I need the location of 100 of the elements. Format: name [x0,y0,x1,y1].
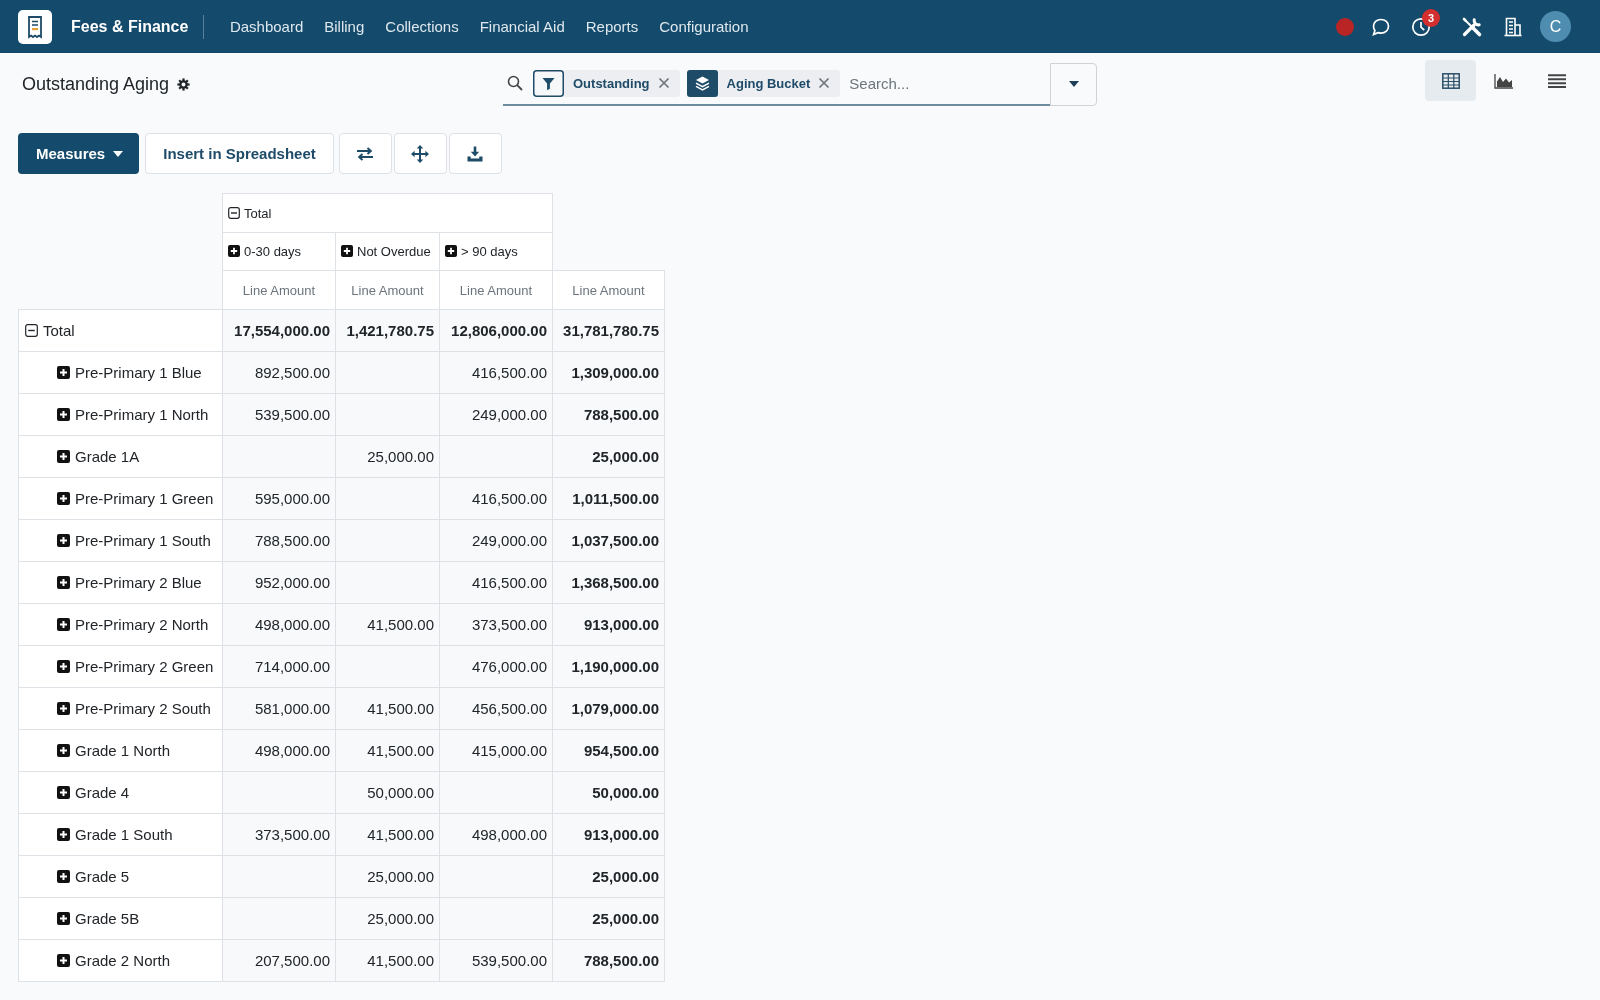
layers-icon [686,69,718,97]
table-cell: 1,309,000.00 [552,351,665,394]
row-header[interactable]: Pre-Primary 1 North [18,393,223,436]
row-header[interactable]: Total [18,309,223,352]
row-header[interactable]: Pre-Primary 1 Blue [18,351,223,394]
column-header[interactable]: Not Overdue [335,232,440,271]
insert-spreadsheet-button[interactable]: Insert in Spreadsheet [145,133,334,174]
table-cell: 373,500.00 [222,813,336,856]
chat-bubble-icon[interactable] [1371,16,1391,37]
table-cell: 25,000.00 [552,897,665,940]
table-cell: 12,806,000.00 [439,309,553,352]
download-icon [467,145,484,162]
menu-item[interactable]: Billing [313,18,375,35]
list-icon [1547,73,1566,88]
table-cell: 1,421,780.75 [335,309,440,352]
table-cell: 17,554,000.00 [222,309,336,352]
row-header[interactable]: Pre-Primary 1 South [18,519,223,562]
table-cell: 249,000.00 [439,393,553,436]
settings-icon[interactable] [177,77,191,91]
row-header[interactable]: Pre-Primary 2 South [18,687,223,730]
table-cell: 788,500.00 [222,519,336,562]
menu-item[interactable]: Reports [575,18,649,35]
row-header[interactable]: Pre-Primary 2 North [18,603,223,646]
column-header[interactable]: > 90 days [439,232,553,271]
menu-item[interactable]: Dashboard [219,18,314,35]
table-cell: 952,000.00 [222,561,336,604]
facet-label: Aging Bucket [725,75,812,91]
measure-header[interactable]: Line Amount [552,270,665,310]
table-cell: 416,500.00 [439,561,553,604]
row-header[interactable]: Grade 1 South [18,813,223,856]
measure-header[interactable]: Line Amount [439,270,553,310]
table-cell: 456,500.00 [439,687,553,730]
download-button[interactable] [448,133,502,174]
menu-item[interactable]: Collections [374,18,470,35]
table-cell: 581,000.00 [222,687,336,730]
table-cell: 41,500.00 [335,729,440,772]
expand-all-button[interactable] [393,133,447,174]
measure-header[interactable]: Line Amount [222,270,336,310]
table-cell: 1,079,000.00 [552,687,665,730]
table-cell: 498,000.00 [439,813,553,856]
close-icon[interactable] [818,77,831,89]
table-cell: 207,500.00 [222,939,336,982]
table-cell: 913,000.00 [552,603,665,646]
table-cell: 41,500.00 [335,687,440,730]
user-avatar[interactable]: C [1540,11,1571,42]
caret-down-icon [1068,81,1079,87]
table-cell: 539,500.00 [222,393,336,436]
row-header[interactable]: Grade 4 [18,771,223,814]
table-cell: 498,000.00 [222,729,336,772]
row-header[interactable]: Pre-Primary 2 Green [18,645,223,688]
measures-button[interactable]: Measures [18,133,140,174]
menu-item[interactable]: Configuration [648,18,759,35]
row-header[interactable]: Grade 2 North [18,939,223,982]
table-cell: 41,500.00 [335,939,440,982]
search-field[interactable]: Search... [847,74,1051,92]
table-cell: 25,000.00 [552,435,665,478]
close-icon[interactable] [657,77,670,89]
table-cell: 25,000.00 [335,435,440,478]
pivot-view-button[interactable] [1425,60,1476,101]
table-cell: 25,000.00 [335,855,440,898]
flip-axis-button[interactable] [338,133,392,174]
table-cell: 1,011,500.00 [552,477,665,520]
table-cell: 416,500.00 [439,477,553,520]
row-header[interactable]: Pre-Primary 2 Blue [18,561,223,604]
table-cell: 954,500.00 [552,729,665,772]
row-header[interactable]: Grade 5 [18,855,223,898]
tools-icon[interactable] [1461,15,1483,38]
menu-item[interactable]: Financial Aid [469,18,576,35]
table-cell: 373,500.00 [439,603,553,646]
table-grid-icon [1441,72,1460,89]
row-header[interactable]: Grade 1A [18,435,223,478]
receipt-logo-icon[interactable] [18,9,52,44]
caret-down-icon [113,150,124,157]
table-cell: 714,000.00 [222,645,336,688]
row-header[interactable]: Grade 5B [18,897,223,940]
row-header[interactable]: Grade 1 North [18,729,223,772]
row-header[interactable]: Pre-Primary 1 Green [18,477,223,520]
column-header[interactable]: 0-30 days [222,232,336,271]
measure-header[interactable]: Line Amount [335,270,440,310]
page-title: Outstanding Aging [22,73,170,95]
notification-badge: 3 [1422,8,1440,27]
move-arrows-icon [411,144,430,163]
table-cell: 415,000.00 [439,729,553,772]
table-cell: 595,000.00 [222,477,336,520]
table-cell: 498,000.00 [222,603,336,646]
table-cell: 539,500.00 [439,939,553,982]
building-icon[interactable] [1503,16,1523,37]
table-cell: 416,500.00 [439,351,553,394]
swap-arrows-icon [356,146,375,161]
table-cell: 41,500.00 [335,813,440,856]
app-name[interactable]: Fees & Finance [71,17,189,36]
table-cell: 50,000.00 [552,771,665,814]
area-chart-icon [1493,72,1514,89]
table-cell: 788,500.00 [552,939,665,982]
table-cell: 476,000.00 [439,645,553,688]
column-header[interactable]: Total [222,193,553,233]
table-cell: 892,500.00 [222,351,336,394]
status-dot-icon[interactable] [1336,17,1354,36]
table-cell: 50,000.00 [335,771,440,814]
table-cell: 41,500.00 [335,603,440,646]
